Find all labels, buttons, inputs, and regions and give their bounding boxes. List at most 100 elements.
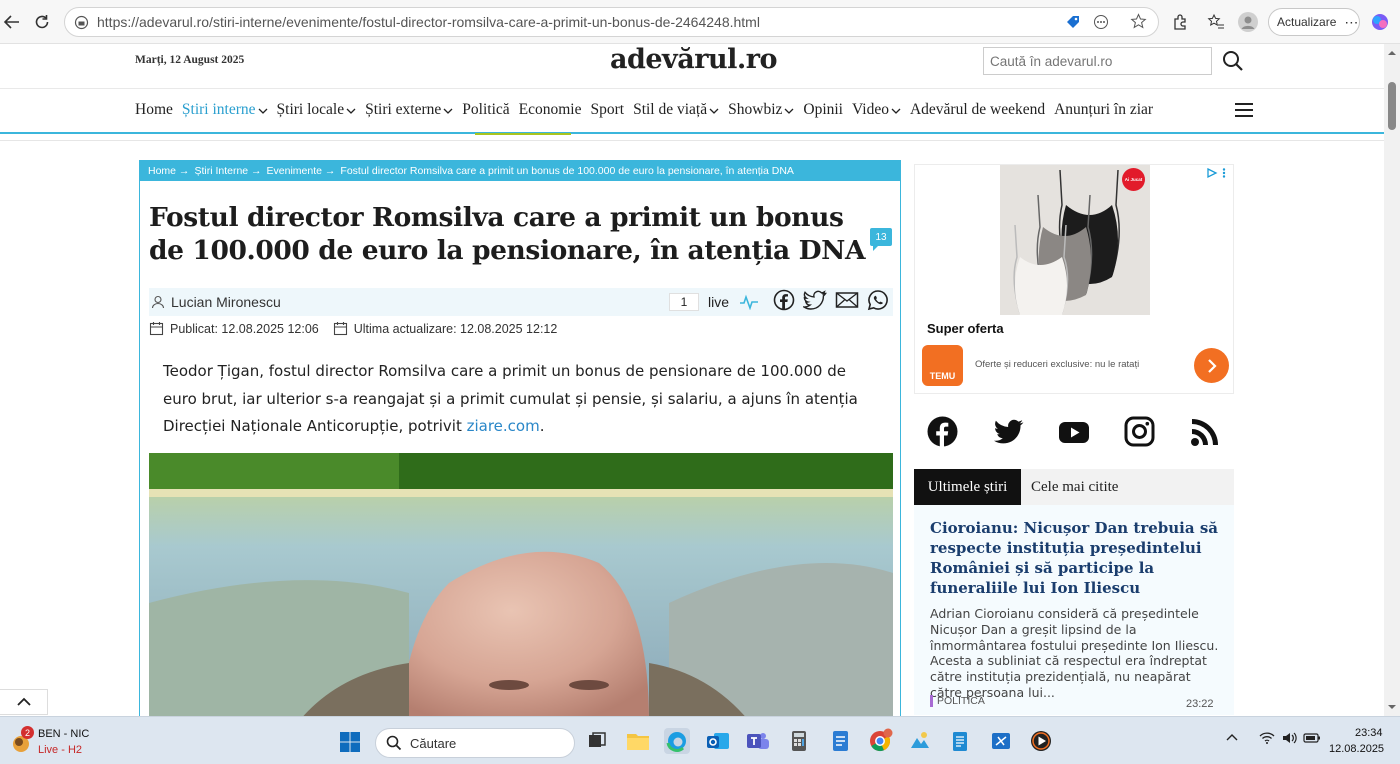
breadcrumb-home[interactable]: Home → xyxy=(148,165,189,177)
news-summary: Adrian Cioroianu consideră că președinte… xyxy=(930,606,1219,700)
volume-icon[interactable] xyxy=(1281,731,1297,745)
email-share-icon[interactable] xyxy=(835,289,859,311)
article-dates: Publicat: 12.08.2025 12:06 Ultima actual… xyxy=(149,321,571,336)
rss-icon[interactable] xyxy=(1190,416,1221,447)
ad-text: Oferte și reduceri exclusive: nu le rata… xyxy=(975,359,1140,370)
scrollbar-thumb[interactable] xyxy=(1388,82,1396,130)
scrollbar[interactable] xyxy=(1384,44,1400,716)
search-input[interactable] xyxy=(983,47,1212,75)
extensions-icon[interactable] xyxy=(1168,10,1192,34)
photos-icon[interactable] xyxy=(907,728,933,754)
nav-item-adevarul-de-weekend[interactable]: Adevărul de weekend xyxy=(910,101,1045,119)
more-icon: ⋯ xyxy=(1344,13,1360,30)
nav-hover-underline xyxy=(475,133,571,135)
scroll-up-icon[interactable] xyxy=(1384,46,1400,60)
article-title: Fostul director Romsilva care a primit u… xyxy=(149,202,866,266)
hamburger-menu-icon[interactable] xyxy=(1234,102,1254,118)
nav-item-stiri-interne[interactable]: Știri interne xyxy=(182,101,268,119)
clock-date[interactable]: 12.08.2025 xyxy=(1329,743,1384,755)
site-logo[interactable]: adevărul.ro xyxy=(610,44,777,75)
copilot-icon[interactable] xyxy=(1368,10,1392,34)
calculator-icon[interactable] xyxy=(786,728,812,754)
article-container: Home → Știri Interne → Evenimente → Fost… xyxy=(139,160,901,721)
site-info-icon[interactable] xyxy=(74,15,89,30)
snipping-tool-icon[interactable] xyxy=(988,728,1014,754)
nav-item-home[interactable]: Home xyxy=(135,101,173,119)
clock-time[interactable]: 23:34 xyxy=(1355,727,1383,739)
teams-icon[interactable] xyxy=(745,728,771,754)
browser-toolbar: https://adevarul.ro/stiri-interne/evenim… xyxy=(0,0,1400,44)
task-view-icon[interactable] xyxy=(584,728,610,754)
chevron-down-icon xyxy=(258,108,267,114)
facebook-share-icon[interactable] xyxy=(773,289,795,311)
breadcrumb-stiri-interne[interactable]: Știri Interne → xyxy=(194,165,261,177)
breadcrumb: Home → Știri Interne → Evenimente → Fost… xyxy=(140,161,900,181)
nav-item-politica[interactable]: Politică xyxy=(462,101,509,119)
ad-image[interactable]: Ai Jucat xyxy=(1000,165,1150,315)
advertisement[interactable]: Ai Jucat Super oferta TEMU Oferte și red… xyxy=(914,164,1234,394)
back-icon[interactable] xyxy=(0,10,24,34)
word-docs-icon[interactable] xyxy=(827,728,853,754)
favorites-icon[interactable] xyxy=(1204,10,1228,34)
news-tabs: Ultimele știri Cele mai citite xyxy=(914,469,1234,505)
comment-count-badge[interactable]: 13 xyxy=(870,228,892,251)
profile-avatar[interactable] xyxy=(1236,10,1260,34)
scroll-down-icon[interactable] xyxy=(1384,700,1400,714)
nav-item-stiri-externe[interactable]: Știri externe xyxy=(365,101,453,119)
ad-choices-icon[interactable] xyxy=(1206,167,1228,179)
notepad-icon[interactable] xyxy=(947,728,973,754)
news-time: 23:22 xyxy=(1186,698,1214,710)
back-to-top-button[interactable] xyxy=(0,689,48,715)
article-photo[interactable] xyxy=(149,453,893,721)
twitter-icon[interactable] xyxy=(993,416,1024,447)
taskbar-search[interactable]: Căutare xyxy=(375,728,575,758)
search-icon[interactable] xyxy=(1222,50,1244,72)
address-bar[interactable]: https://adevarul.ro/stiri-interne/evenim… xyxy=(64,7,1159,37)
tab-latest-news[interactable]: Ultimele știri xyxy=(914,469,1021,505)
nav-item-sport[interactable]: Sport xyxy=(590,101,624,119)
nav-item-opinii[interactable]: Opinii xyxy=(803,101,843,119)
temu-logo[interactable]: TEMU xyxy=(922,345,963,386)
tag-icon[interactable] xyxy=(1065,14,1081,30)
breadcrumb-current: Fostul director Romsilva care a primit u… xyxy=(340,165,794,177)
nav-item-video[interactable]: Video xyxy=(852,101,901,119)
update-button[interactable]: Actualizare ⋯ xyxy=(1268,8,1360,36)
author-name: Lucian Mironescu xyxy=(171,294,281,310)
chrome-icon[interactable] xyxy=(867,728,893,754)
facebook-icon[interactable] xyxy=(927,416,958,447)
news-item[interactable]: Ciorоianu: Nicușor Dan trebuia să respec… xyxy=(914,505,1234,715)
whatsapp-share-icon[interactable] xyxy=(867,289,889,311)
taskbar: 2 BEN - NIC Live - H2 Căutare 23:34 12.0… xyxy=(0,716,1400,764)
nav-item-stiri-locale[interactable]: Știri locale xyxy=(277,101,357,119)
battery-icon[interactable] xyxy=(1303,731,1321,745)
nav-item-stil-de-viata[interactable]: Stil de viață xyxy=(633,101,719,119)
instagram-icon[interactable] xyxy=(1124,416,1155,447)
file-explorer-icon[interactable] xyxy=(625,728,651,754)
chevron-up-icon[interactable] xyxy=(1225,731,1239,745)
twitter-share-icon[interactable] xyxy=(803,289,827,311)
news-title[interactable]: Ciorоianu: Nicușor Dan trebuia să respec… xyxy=(930,518,1220,598)
wifi-icon[interactable] xyxy=(1259,731,1275,745)
nav-item-showbiz[interactable]: Showbiz xyxy=(728,101,794,119)
ad-arrow-button[interactable] xyxy=(1194,348,1229,383)
tab-most-read[interactable]: Cele mai citite xyxy=(1031,469,1118,505)
widget-title: BEN - NIC xyxy=(38,728,90,740)
outlook-icon[interactable] xyxy=(705,728,731,754)
widget-news[interactable]: 2 BEN - NIC Live - H2 xyxy=(10,725,130,759)
source-link[interactable]: ziare.com xyxy=(467,417,540,435)
reload-icon[interactable] xyxy=(30,10,54,34)
favorite-star-icon[interactable] xyxy=(1130,13,1147,30)
ad-title[interactable]: Super oferta xyxy=(927,321,1004,336)
windows-start-icon[interactable] xyxy=(339,731,361,753)
news-category[interactable]: POLITICĂ xyxy=(930,695,985,707)
nav-item-anunturi-in-ziar[interactable]: Anunțuri în ziar xyxy=(1054,101,1153,119)
reader-icon[interactable] xyxy=(1093,14,1109,30)
nav-item-economie[interactable]: Economie xyxy=(519,101,582,119)
main-nav: Home Știri interne Știri locale Știri ex… xyxy=(0,88,1384,135)
author[interactable]: Lucian Mironescu xyxy=(151,294,281,310)
edge-browser-icon[interactable] xyxy=(664,728,690,754)
breadcrumb-evenimente[interactable]: Evenimente → xyxy=(267,165,336,177)
live-pulse-icon xyxy=(739,294,759,310)
youtube-icon[interactable] xyxy=(1058,416,1090,447)
media-player-icon[interactable] xyxy=(1028,728,1054,754)
